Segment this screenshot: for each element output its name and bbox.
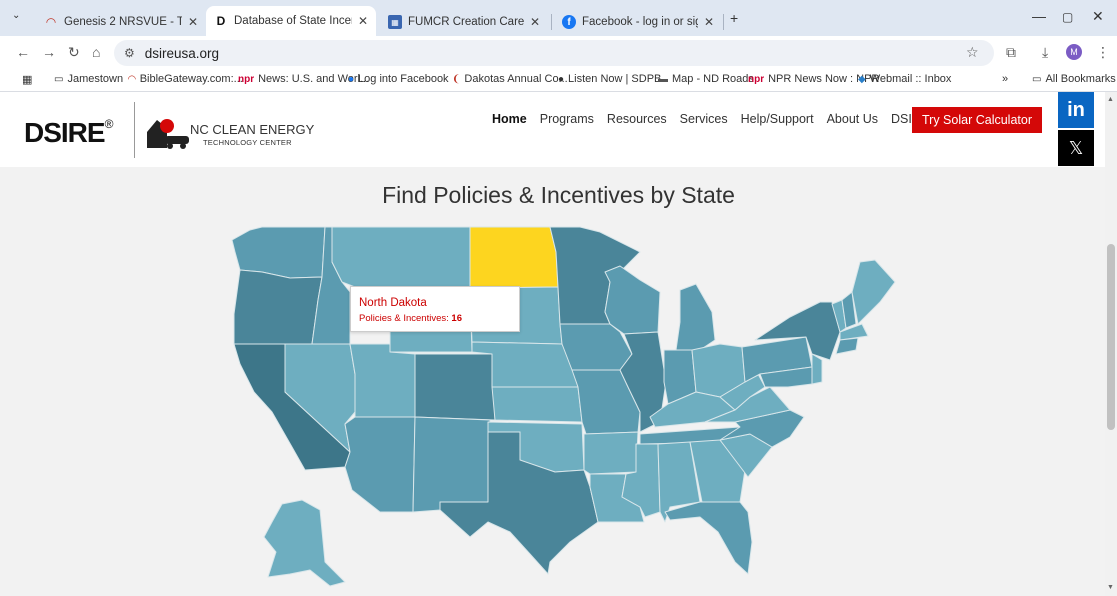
tab-title: Facebook - log in or sign up xyxy=(582,16,698,28)
state-arkansas[interactable] xyxy=(583,431,639,475)
umc-icon: ❨ xyxy=(452,73,461,85)
all-bookmarks[interactable]: ▭ All Bookmarks xyxy=(1032,73,1116,85)
bookmark-label: Jamestown xyxy=(67,73,124,85)
bookmark-label: BibleGateway.com:... xyxy=(139,73,243,85)
new-tab-button[interactable]: + xyxy=(730,10,738,26)
bookmark-biblegateway[interactable]: ◠ BibleGateway.com:... xyxy=(128,73,243,85)
tab-close-icon[interactable]: ✕ xyxy=(530,15,540,29)
state-maine[interactable] xyxy=(851,259,896,325)
tab-title: FUMCR Creation Care xyxy=(408,16,524,28)
close-window-icon[interactable]: ✕ xyxy=(1092,8,1104,25)
bookmarks-bar: ▦ ▭ Jamestown ◠ BibleGateway.com:... npr Ne… xyxy=(0,68,1117,92)
forward-icon[interactable]: → xyxy=(42,44,56,60)
scrollbar-thumb[interactable] xyxy=(1107,244,1115,430)
tab-close-icon[interactable]: ✕ xyxy=(358,14,368,28)
npr-icon: npr xyxy=(238,73,255,85)
bookmark-label: Dakotas Annual Co... xyxy=(464,73,568,85)
facebook-icon: ● xyxy=(348,73,355,85)
state-north-dakota[interactable] xyxy=(469,226,559,289)
tooltip-count: 16 xyxy=(451,313,462,324)
page-viewport: DSIRE® NC CLEAN ENERGY TECHNOLOGY CENTER… xyxy=(0,92,1105,596)
profile-avatar[interactable]: M xyxy=(1066,44,1082,60)
all-bookmarks-label: All Bookmarks xyxy=(1045,73,1116,85)
dsire-favicon-icon: D xyxy=(216,14,226,28)
folder-icon: ▭ xyxy=(54,73,64,85)
minimize-icon[interactable]: — xyxy=(1032,8,1046,24)
bookmark-label: Map - ND Roads xyxy=(672,73,754,85)
address-bar-row: ← → ↻ ⌂ ⚙ dsireusa.org ☆ ⧉ ⤓ M ⋮ xyxy=(0,36,1117,68)
scroll-down-icon[interactable]: ▼ xyxy=(1107,584,1114,591)
bookmark-label: Listen Now | SDPB xyxy=(568,73,662,85)
menu-icon[interactable]: ⋮ xyxy=(1096,44,1110,61)
state-kansas[interactable] xyxy=(491,386,583,423)
tab-fumcr[interactable]: ▦ FUMCR Creation Care ✕ xyxy=(380,8,548,36)
state-michigan[interactable] xyxy=(675,283,716,351)
bookmark-label: Webmail :: Inbox xyxy=(869,73,952,85)
url-text: dsireusa.org xyxy=(144,45,220,61)
reload-icon[interactable]: ↻ xyxy=(68,44,80,61)
tab-divider xyxy=(723,14,724,30)
tooltip-policy-count: Policies & Incentives: 16 xyxy=(359,313,511,324)
tab-close-icon[interactable]: ✕ xyxy=(188,15,198,29)
state-tooltip: North Dakota Policies & Incentives: 16 xyxy=(350,286,520,332)
home-icon[interactable]: ⌂ xyxy=(92,44,100,60)
state-oregon[interactable] xyxy=(233,269,323,345)
state-utah[interactable] xyxy=(349,343,416,418)
state-wisconsin[interactable] xyxy=(604,265,661,335)
bookmark-jamestown[interactable]: ▭ Jamestown xyxy=(54,73,123,85)
tab-search-icon[interactable]: ⌄ xyxy=(12,10,20,21)
tab-dsire[interactable]: D Database of State Incentives for ✕ xyxy=(206,6,376,36)
tooltip-label: Policies & Incentives: xyxy=(359,313,449,324)
state-arizona[interactable] xyxy=(344,416,416,513)
state-colorado[interactable] xyxy=(414,353,496,421)
tab-title: Genesis 2 NRSVUE - Thus the h xyxy=(64,16,182,28)
more-bookmarks-button[interactable]: » xyxy=(1002,73,1008,85)
folder-icon: ▭ xyxy=(1032,73,1042,85)
bookmark-facebook[interactable]: ● Log into Facebook xyxy=(348,73,449,85)
back-icon[interactable]: ← xyxy=(16,44,30,60)
tooltip-state-name: North Dakota xyxy=(359,297,427,309)
tab-title: Database of State Incentives for xyxy=(234,15,352,27)
tab-genesis[interactable]: ◠ Genesis 2 NRSVUE - Thus the h ✕ xyxy=(36,8,206,36)
facebook-favicon-icon: f xyxy=(562,15,576,29)
map-icon: ▬ xyxy=(658,73,668,85)
restore-icon[interactable]: ▢ xyxy=(1062,10,1073,24)
tab-facebook[interactable]: f Facebook - log in or sign up ✕ xyxy=(554,8,722,36)
state-alaska[interactable] xyxy=(263,499,346,587)
fumcr-favicon-icon: ▦ xyxy=(388,15,402,29)
tab-divider xyxy=(551,14,552,30)
browser-chrome: ⌄ ◠ Genesis 2 NRSVUE - Thus the h ✕ D Da… xyxy=(0,0,1117,92)
tab-close-icon[interactable]: ✕ xyxy=(704,15,714,29)
bookmark-label: Log into Facebook xyxy=(358,73,449,85)
state-florida[interactable] xyxy=(664,501,753,575)
biblegateway-icon: ◠ xyxy=(128,73,136,85)
site-info-icon[interactable]: ⚙ xyxy=(124,46,135,60)
apps-icon[interactable]: ▦ xyxy=(22,73,32,86)
state-connecticut[interactable] xyxy=(835,337,859,355)
scroll-up-icon[interactable]: ▲ xyxy=(1107,96,1114,103)
state-new-jersey[interactable] xyxy=(811,353,823,385)
bookmark-star-icon[interactable]: ☆ xyxy=(966,44,979,61)
us-states-map xyxy=(231,226,896,587)
webmail-icon: ◆ xyxy=(858,73,866,85)
bookmark-webmail[interactable]: ◆ Webmail :: Inbox xyxy=(858,73,951,85)
sdpb-icon: ● xyxy=(558,73,565,85)
page-scrollbar[interactable]: ▲ ▼ xyxy=(1105,92,1117,596)
url-input[interactable]: ⚙ dsireusa.org xyxy=(114,40,994,66)
bookmark-dakotas[interactable]: ❨ Dakotas Annual Co... xyxy=(452,73,568,85)
bookmark-nd-roads[interactable]: ▬ Map - ND Roads xyxy=(658,73,754,85)
tab-strip: ⌄ ◠ Genesis 2 NRSVUE - Thus the h ✕ D Da… xyxy=(0,0,1117,36)
npr-icon: npr xyxy=(748,73,765,85)
biblegateway-favicon-icon: ◠ xyxy=(46,15,56,29)
download-icon[interactable]: ⤓ xyxy=(1042,44,1048,61)
state-new-mexico[interactable] xyxy=(412,416,491,513)
extensions-icon[interactable]: ⧉ xyxy=(1006,44,1016,61)
bookmark-sdpb[interactable]: ● Listen Now | SDPB xyxy=(558,73,661,85)
